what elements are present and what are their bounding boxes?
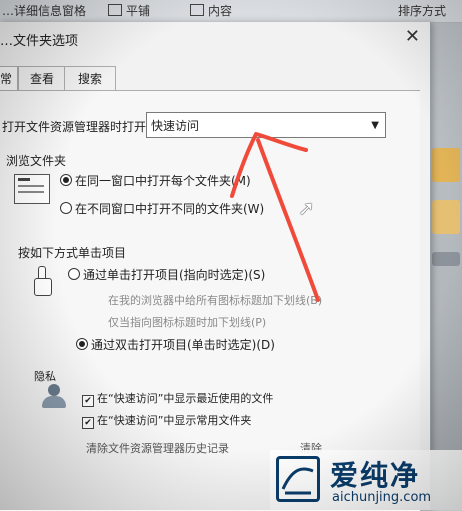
screenshot-root: { "background": { "toolbar": { "left_par… — [0, 0, 462, 511]
watermark: 爱纯净 aichunjing.com — [270, 450, 462, 510]
watermark-brand: 爱纯净 — [330, 459, 421, 492]
annotation-arrow — [230, 132, 320, 302]
watermark-swoosh-icon — [281, 467, 314, 495]
watermark-logo-icon — [276, 456, 320, 502]
arrow-shaft — [256, 138, 320, 302]
watermark-url: aichunjing.com — [332, 490, 432, 505]
